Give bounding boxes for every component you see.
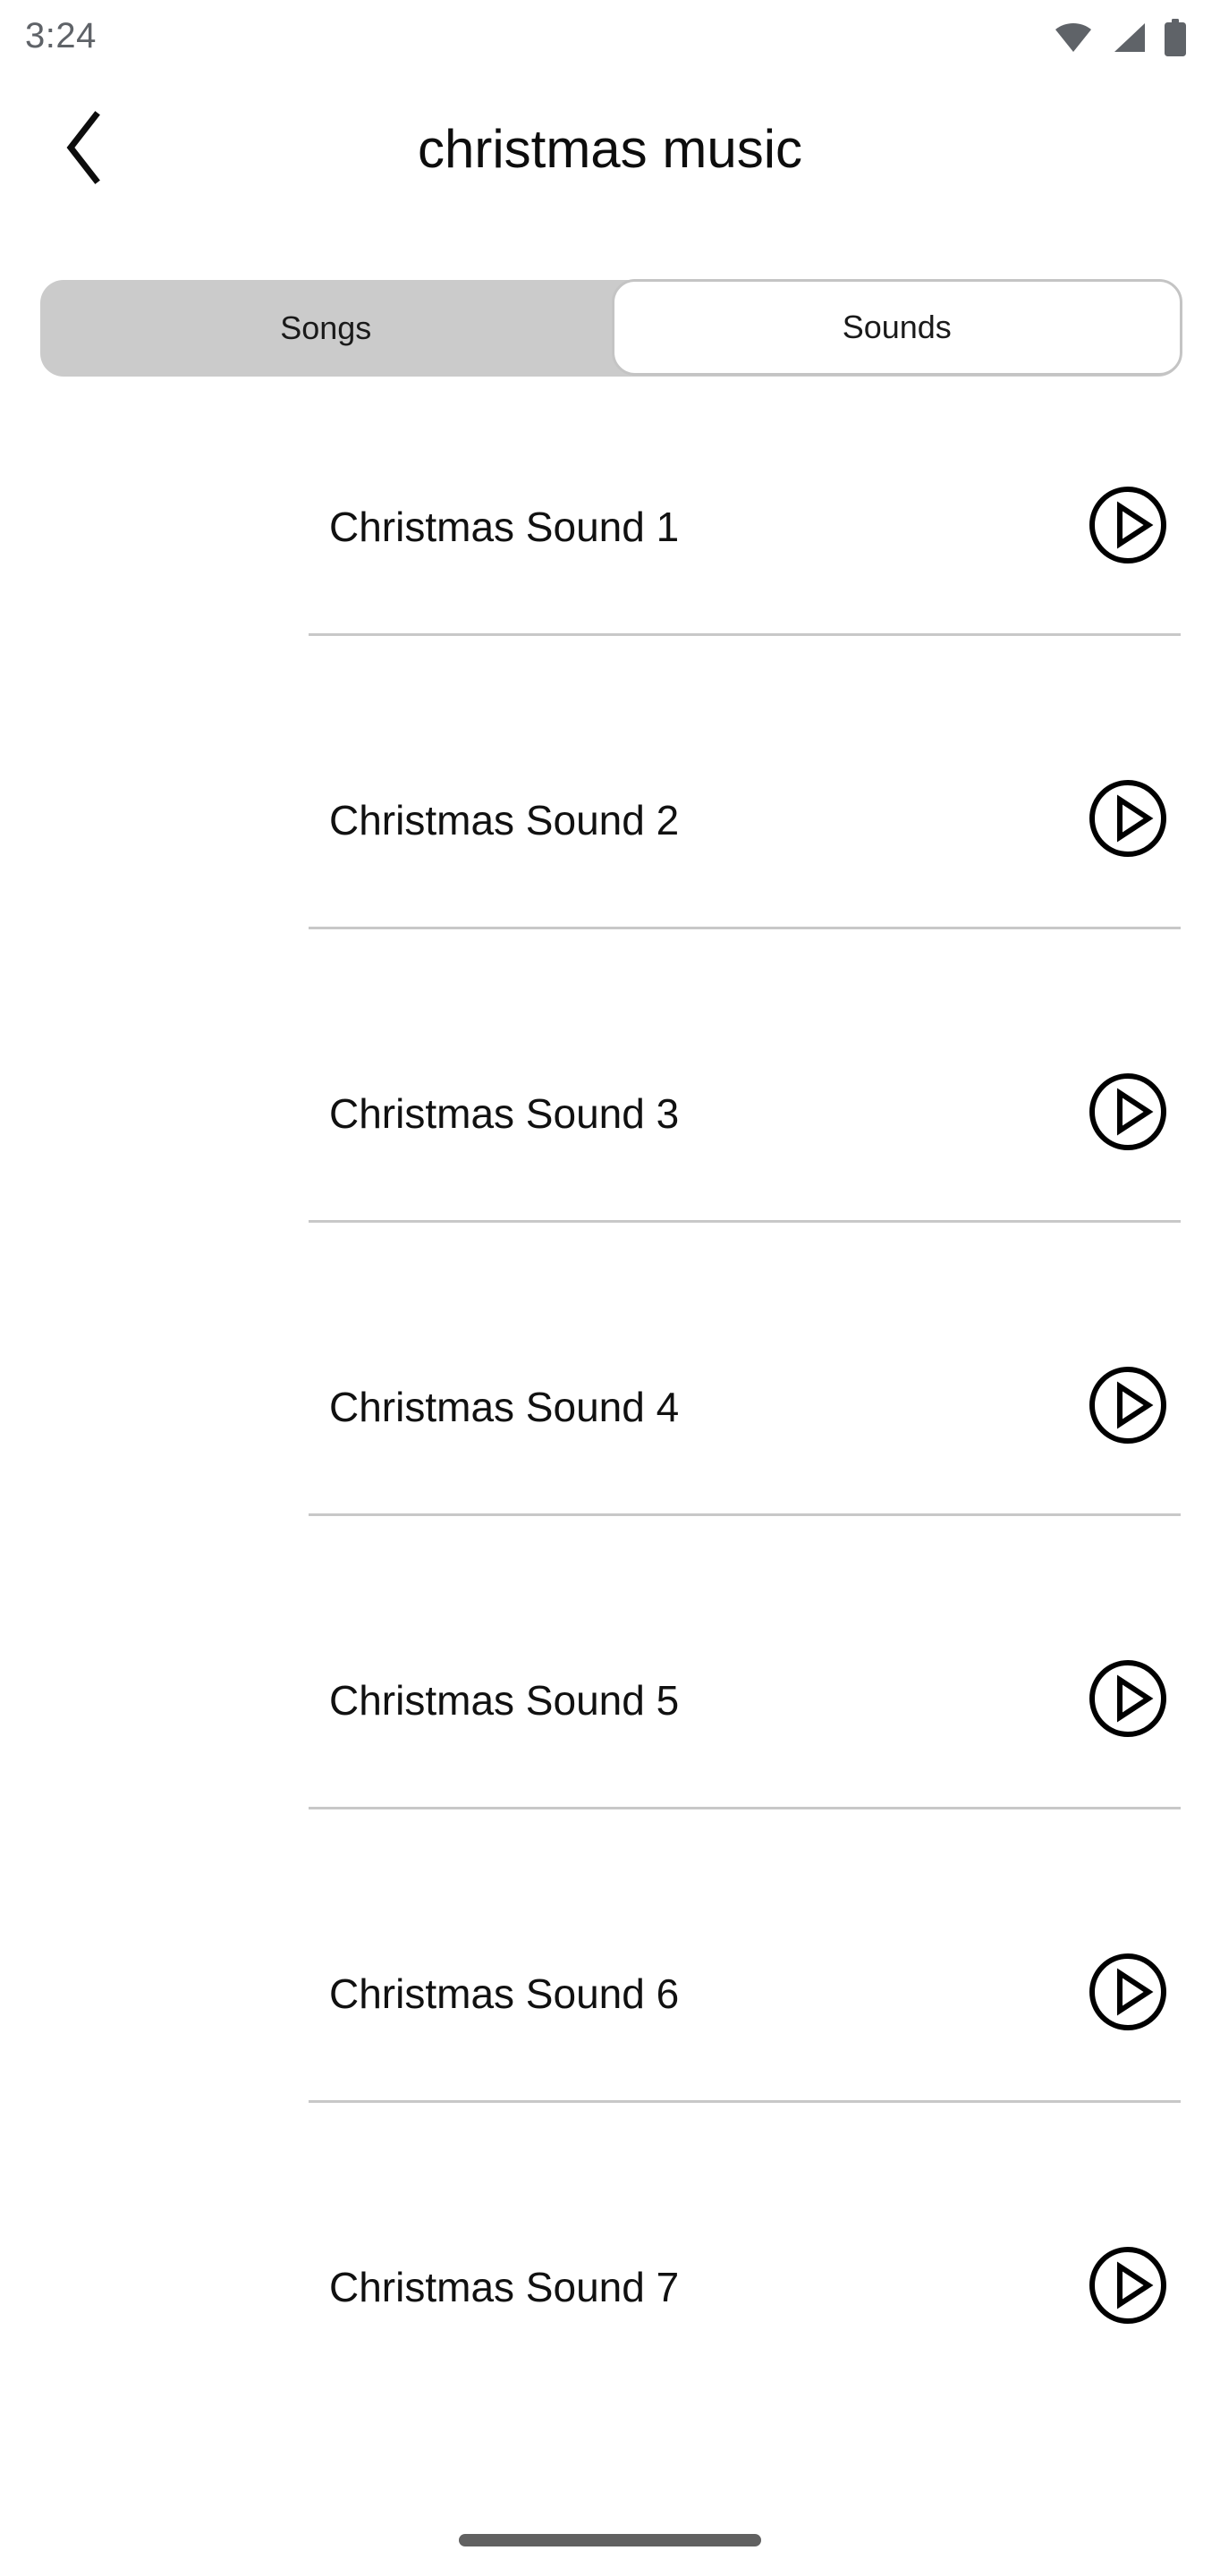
app-header: christmas music <box>0 82 1220 216</box>
battery-icon <box>1163 18 1188 61</box>
list-divider <box>309 1220 1181 1223</box>
play-button[interactable] <box>1084 1363 1172 1451</box>
sound-title: Christmas Sound 3 <box>329 1090 680 1137</box>
list-item[interactable]: Christmas Sound 5 <box>0 1594 1220 1887</box>
list-item[interactable]: Christmas Sound 1 <box>0 420 1220 714</box>
page-title: christmas music <box>417 119 803 179</box>
play-circle-icon <box>1088 1365 1168 1450</box>
play-button[interactable] <box>1084 2243 1172 2331</box>
list-divider <box>309 1513 1181 1516</box>
play-button[interactable] <box>1084 1950 1172 2038</box>
list-divider <box>309 2100 1181 2103</box>
sound-title: Christmas Sound 4 <box>329 1384 680 1430</box>
status-bar: 3:24 <box>0 0 1220 82</box>
sound-title: Christmas Sound 5 <box>329 1677 680 1724</box>
tab-songs[interactable]: Songs <box>40 280 612 377</box>
list-item[interactable]: Christmas Sound 7 <box>0 2181 1220 2474</box>
play-button[interactable] <box>1084 776 1172 864</box>
home-indicator[interactable] <box>459 2534 761 2546</box>
app-screen: 3:24 christmas music Songs Sounds Christ… <box>0 0 1220 2576</box>
status-bar-clock: 3:24 <box>25 16 97 55</box>
status-bar-icons <box>1054 18 1188 61</box>
play-circle-icon <box>1088 2245 1168 2330</box>
play-button[interactable] <box>1084 1657 1172 1744</box>
play-circle-icon <box>1088 778 1168 863</box>
list-divider <box>309 1807 1181 1809</box>
tab-bar: Songs Sounds <box>40 279 1182 377</box>
list-item[interactable]: Christmas Sound 4 <box>0 1301 1220 1594</box>
sound-title: Christmas Sound 1 <box>329 504 680 550</box>
sound-title: Christmas Sound 7 <box>329 2264 680 2310</box>
play-circle-icon <box>1088 1072 1168 1157</box>
list-item[interactable]: Christmas Sound 6 <box>0 1887 1220 2181</box>
sound-title: Christmas Sound 2 <box>329 797 680 843</box>
list-item[interactable]: Christmas Sound 2 <box>0 714 1220 1007</box>
sound-list: Christmas Sound 1 Christmas Sound 2 Chri… <box>0 420 1220 2474</box>
wifi-icon <box>1054 21 1093 58</box>
play-circle-icon <box>1088 485 1168 570</box>
list-item[interactable]: Christmas Sound 3 <box>0 1007 1220 1301</box>
list-divider <box>309 927 1181 929</box>
sound-title: Christmas Sound 6 <box>329 1970 680 2017</box>
play-circle-icon <box>1088 1658 1168 1743</box>
list-divider <box>309 633 1181 636</box>
play-button[interactable] <box>1084 1070 1172 1157</box>
play-button[interactable] <box>1084 483 1172 571</box>
play-circle-icon <box>1088 1952 1168 2037</box>
cellular-signal-icon <box>1109 21 1147 58</box>
tab-sounds[interactable]: Sounds <box>611 279 1182 376</box>
